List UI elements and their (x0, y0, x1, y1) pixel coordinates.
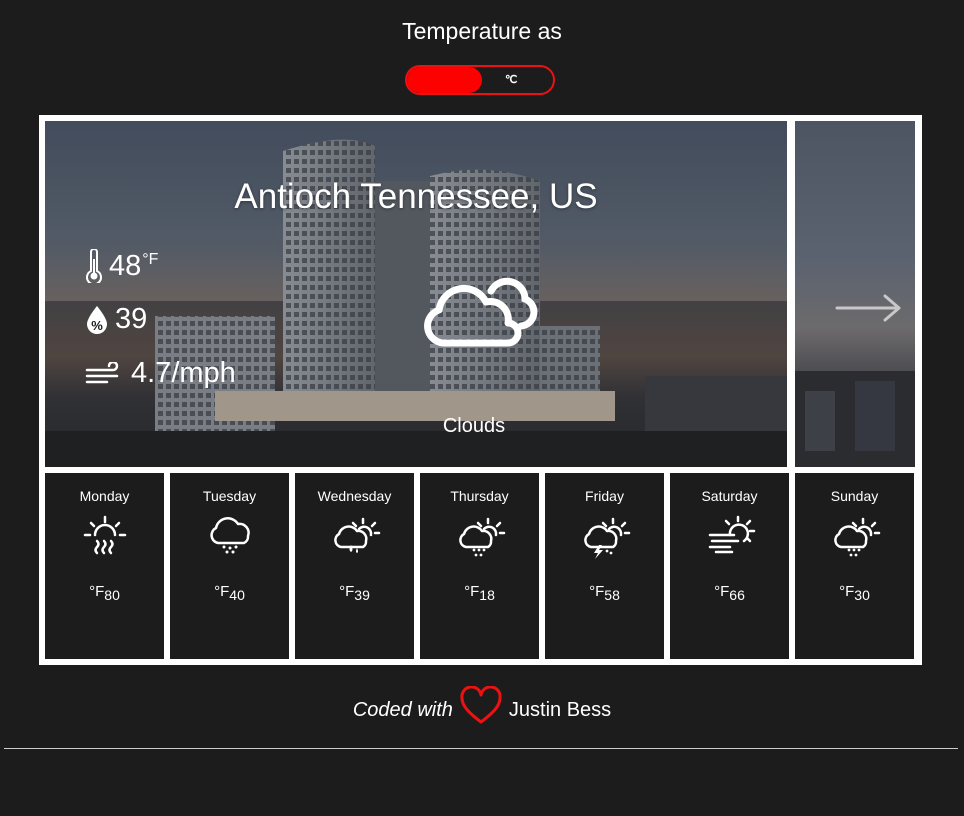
footer-divider (4, 748, 958, 749)
forecast-unit: °F (339, 583, 355, 600)
partly-cloudy-thunder-icon (584, 517, 631, 559)
thermometer-icon (86, 249, 102, 283)
temperature-unit-toggle[interactable]: ℃ (405, 65, 555, 95)
city-skyline-background (45, 121, 787, 467)
wind-stat: 4.7/mph (85, 357, 236, 390)
forecast-day: Thursday °F18 (420, 473, 539, 659)
current-temperature: 48 (109, 249, 142, 282)
forecast-temp: °F66 (670, 583, 789, 603)
current-humidity: 39 (115, 303, 148, 335)
forecast-temp: °F40 (170, 583, 289, 603)
forecast-value: 30 (854, 587, 870, 603)
forecast-day-name: Wednesday (317, 488, 392, 504)
forecast-unit: °F (839, 583, 855, 600)
heart-icon (460, 686, 502, 724)
humidity-stat: % 39 (85, 303, 147, 336)
weather-card: Antioch Tennessee, US 48 °F % 39 4.7/mph… (39, 115, 922, 665)
forecast-value: 66 (729, 587, 745, 603)
partly-cloudy-snow-icon (459, 517, 506, 557)
forecast-temp: °F18 (420, 583, 539, 603)
next-panel (795, 121, 915, 467)
forecast-day-name: Saturday (701, 488, 758, 504)
forecast-value: 80 (104, 587, 120, 603)
humidity-icon: % (87, 305, 107, 334)
current-weather-panel: Antioch Tennessee, US 48 °F % 39 4.7/mph (45, 121, 787, 467)
forecast-day-name: Sunday (830, 488, 879, 504)
forecast-day-name: Monday (79, 488, 130, 504)
temperature-stat: 48 °F (85, 249, 158, 283)
forecast-unit: °F (464, 583, 480, 600)
partly-cloudy-snow-icon (834, 517, 881, 557)
forecast-temp: °F39 (295, 583, 414, 603)
forecast-temp: °F80 (45, 583, 164, 603)
wind-icon (85, 361, 119, 383)
sun-wind-icon (708, 515, 756, 554)
forecast-day: Wednesday °F39 (295, 473, 414, 659)
sunny-haze-icon (83, 515, 127, 555)
forecast-value: 40 (229, 587, 245, 603)
forecast-temp: °F58 (545, 583, 664, 603)
clouds-icon (424, 277, 538, 347)
footer-credit: Coded with Justin Bess (0, 686, 964, 730)
toggle-knob[interactable] (407, 67, 482, 93)
forecast-temp: °F30 (795, 583, 914, 603)
forecast-value: 39 (354, 587, 370, 603)
forecast-value: 18 (479, 587, 495, 603)
forecast-day: Sunday °F30 (795, 473, 914, 659)
coded-with-text: Coded with (352, 698, 453, 721)
location-name: Antioch Tennessee, US (234, 177, 598, 216)
svg-text:%: % (91, 318, 103, 333)
forecast-day: Tuesday °F40 (170, 473, 289, 659)
forecast-day: Friday °F58 (545, 473, 664, 659)
forecast-day: Monday °F80 (45, 473, 164, 659)
forecast-day-name: Tuesday (202, 488, 257, 504)
forecast-unit: °F (714, 583, 730, 600)
forecast-day-name: Friday (585, 488, 624, 504)
forecast-unit: °F (589, 583, 605, 600)
page-title: Temperature as (402, 18, 562, 44)
celsius-label[interactable]: ℃ (505, 73, 517, 86)
cloud-snow-icon (210, 517, 250, 554)
partly-cloudy-rain-icon (334, 517, 381, 553)
current-wind: 4.7/mph (131, 357, 236, 389)
next-arrow-icon[interactable] (835, 293, 903, 323)
forecast-value: 58 (604, 587, 620, 603)
forecast-unit: °F (89, 583, 105, 600)
temperature-unit: °F (142, 251, 159, 268)
forecast-day: Saturday °F66 (670, 473, 789, 659)
author-name: Justin Bess (508, 698, 612, 721)
forecast-unit: °F (214, 583, 230, 600)
forecast-day-name: Thursday (450, 488, 509, 504)
